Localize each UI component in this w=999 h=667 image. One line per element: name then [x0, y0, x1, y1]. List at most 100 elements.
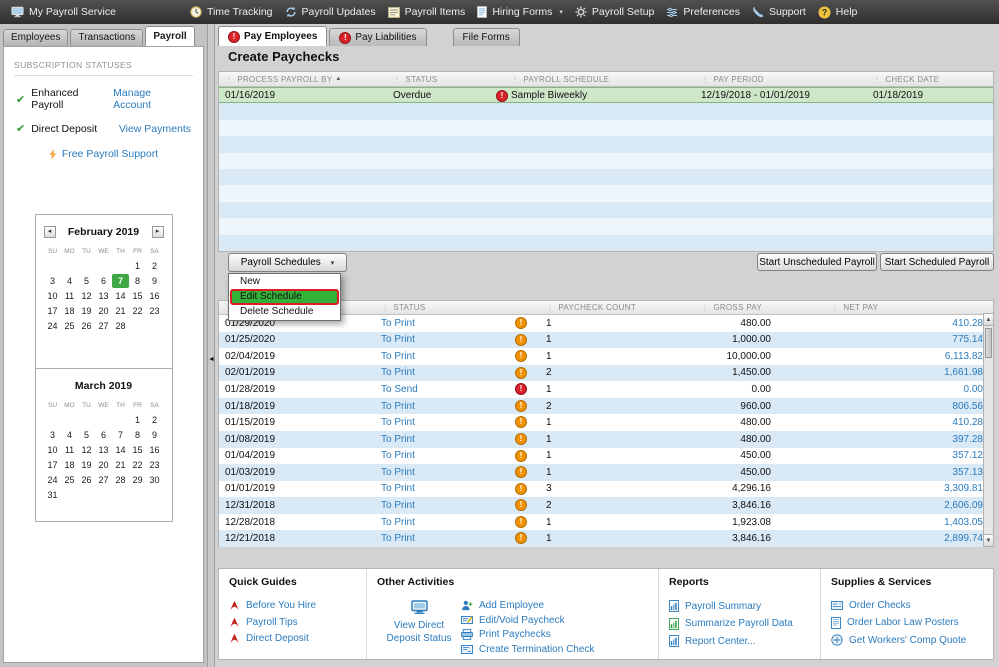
link-item-payroll-tips[interactable]: Payroll Tips: [229, 617, 360, 628]
calendar-day[interactable]: 12: [78, 289, 95, 303]
topbar-item-time-tracking[interactable]: Time Tracking: [184, 0, 279, 24]
column-header-pay-period[interactable]: PAY PERIOD: [701, 72, 764, 86]
calendar-day[interactable]: 28: [112, 319, 129, 333]
column-header-check-date[interactable]: CHECK DATE: [873, 72, 939, 86]
calendar-day[interactable]: 3: [44, 274, 61, 288]
calendar-day[interactable]: 31: [44, 488, 61, 502]
topbar-item-payroll-setup[interactable]: Payroll Setup: [569, 0, 660, 24]
calendar-day[interactable]: 2: [146, 413, 163, 427]
column-header-paycheck-count[interactable]: PAYCHECK COUNT: [546, 301, 636, 314]
sidebar-collapse-handle[interactable]: ◄: [208, 356, 215, 363]
status-link[interactable]: To Print: [381, 414, 415, 431]
scroll-down-button[interactable]: ▼: [984, 534, 993, 546]
calendar-day[interactable]: 10: [44, 443, 61, 457]
link-item-order-checks[interactable]: Order Checks: [831, 600, 987, 611]
calendar-day[interactable]: 25: [61, 473, 78, 487]
recent-payroll-row[interactable]: 01/01/2019 To Print! 3 4,296.16 3,309.81: [219, 481, 993, 498]
recent-payroll-row[interactable]: 01/28/2019 To Send! 1 0.00 0.00: [219, 381, 993, 398]
calendar-day[interactable]: 15: [129, 443, 146, 457]
calendar-day[interactable]: 10: [44, 289, 61, 303]
tab-pay-employees[interactable]: ! Pay Employees: [218, 26, 328, 46]
link-item-order-labor-law-posters[interactable]: Order Labor Law Posters: [831, 616, 987, 629]
calendar-day[interactable]: 8: [129, 274, 146, 288]
calendar-day[interactable]: 2: [146, 259, 163, 273]
subscription-link-view-payments[interactable]: View Payments: [119, 123, 191, 135]
calendar-day-selected[interactable]: 7: [112, 274, 129, 288]
status-link[interactable]: To Send: [381, 381, 418, 398]
recent-payroll-row[interactable]: 01/03/2019 To Print! 1 450.00 357.13: [219, 464, 993, 481]
calendar-day[interactable]: 28: [112, 473, 129, 487]
calendar-day[interactable]: 24: [44, 319, 61, 333]
sidebar-tab-employees[interactable]: Employees: [3, 29, 69, 46]
link-item-report-center[interactable]: Report Center...: [669, 635, 814, 647]
payroll-schedules-button[interactable]: Payroll Schedules ▾: [228, 253, 347, 272]
calendar-day[interactable]: 23: [146, 458, 163, 472]
calendar-day[interactable]: 26: [78, 473, 95, 487]
calendar-day[interactable]: 14: [112, 443, 129, 457]
link-item-before-you-hire[interactable]: Before You Hire: [229, 600, 360, 611]
calendar-prev-button[interactable]: ◂: [43, 226, 56, 238]
calendar-day[interactable]: 1: [129, 259, 146, 273]
topbar-item-help[interactable]: ? Help: [812, 0, 864, 24]
column-header-status[interactable]: STATUS: [381, 301, 425, 314]
paycheck-row[interactable]: 01/16/2019 Overdue! Sample Biweekly 12/19/2…: [219, 87, 993, 104]
scrollbar-thumb[interactable]: [985, 328, 992, 358]
link-item-get-workers-comp-quote[interactable]: Get Workers' Comp Quote: [831, 634, 987, 646]
status-link[interactable]: To Print: [381, 365, 415, 382]
topbar-item-preferences[interactable]: Preferences: [660, 0, 746, 24]
calendar-day[interactable]: 22: [129, 304, 146, 318]
recent-payroll-row[interactable]: 12/28/2018 To Print! 1 1,923.08 1,403.05: [219, 514, 993, 531]
menu-item-edit-schedule[interactable]: Edit Schedule: [230, 289, 339, 305]
calendar-day[interactable]: 11: [61, 443, 78, 457]
topbar-item-support[interactable]: Support: [746, 0, 812, 24]
calendar-day[interactable]: 21: [112, 458, 129, 472]
calendar-day[interactable]: 27: [95, 319, 112, 333]
calendar-day[interactable]: 22: [129, 458, 146, 472]
calendar-day[interactable]: 30: [146, 473, 163, 487]
free-payroll-support[interactable]: Free Payroll Support: [4, 148, 203, 160]
recent-payroll-row[interactable]: 02/04/2019 To Print! 1 10,000.00 6,113.82: [219, 348, 993, 365]
calendar-day[interactable]: 16: [146, 443, 163, 457]
calendar-day[interactable]: 4: [61, 428, 78, 442]
status-link[interactable]: To Print: [381, 448, 415, 465]
vertical-scrollbar[interactable]: ▲ ▼: [983, 313, 994, 547]
calendar-day[interactable]: 18: [61, 304, 78, 318]
calendar-day[interactable]: 20: [95, 458, 112, 472]
status-link[interactable]: To Print: [381, 431, 415, 448]
calendar-day[interactable]: 19: [78, 304, 95, 318]
calendar-day[interactable]: 4: [61, 274, 78, 288]
link-item-edit-void-paycheck[interactable]: Edit/Void Paycheck: [461, 615, 652, 626]
topbar-item-payroll-items[interactable]: Payroll Items: [382, 0, 472, 24]
status-link[interactable]: To Print: [381, 497, 415, 514]
start-scheduled-payroll-button[interactable]: Start Scheduled Payroll: [880, 253, 994, 271]
sidebar-splitter[interactable]: ◄: [207, 24, 215, 667]
recent-payroll-row[interactable]: 01/25/2020 To Print! 1 1,000.00 775.14: [219, 331, 993, 349]
calendar-day[interactable]: 24: [44, 473, 61, 487]
calendar-day[interactable]: 8: [129, 428, 146, 442]
calendar-day[interactable]: 20: [95, 304, 112, 318]
recent-payroll-row[interactable]: 01/08/2019 To Print! 1 480.00 397.28: [219, 430, 993, 448]
calendar-day[interactable]: 11: [61, 289, 78, 303]
link-item-print-paychecks[interactable]: Print Paychecks: [461, 629, 652, 640]
calendar-day[interactable]: 12: [78, 443, 95, 457]
link-item-direct-deposit[interactable]: Direct Deposit: [229, 633, 360, 644]
calendar-day[interactable]: 6: [95, 274, 112, 288]
calendar-day[interactable]: 13: [95, 289, 112, 303]
calendar-day[interactable]: 17: [44, 304, 61, 318]
recent-payroll-row[interactable]: 12/21/2018 To Print! 1 3,846.16 2,899.74: [219, 530, 993, 547]
tab-file-forms[interactable]: File Forms: [452, 28, 520, 46]
calendar-day[interactable]: 5: [78, 274, 95, 288]
link-item-payroll-summary[interactable]: Payroll Summary: [669, 600, 814, 612]
calendar-day[interactable]: 23: [146, 304, 163, 318]
column-header-net-pay[interactable]: NET PAY: [831, 301, 878, 314]
status-link[interactable]: To Print: [381, 348, 415, 365]
column-header-status[interactable]: STATUS: [393, 72, 437, 86]
calendar-day[interactable]: 16: [146, 289, 163, 303]
recent-payroll-row[interactable]: 01/04/2019 To Print! 1 450.00 357.12: [219, 448, 993, 465]
status-link[interactable]: To Print: [381, 464, 415, 481]
link-item-create-termination-check[interactable]: Create Termination Check: [461, 644, 652, 655]
recent-payroll-row[interactable]: 02/01/2019 To Print! 2 1,450.00 1,661.98: [219, 364, 993, 382]
calendar-day[interactable]: 1: [129, 413, 146, 427]
calendar-next-button[interactable]: ▸: [151, 226, 164, 238]
status-link[interactable]: To Print: [381, 315, 415, 332]
